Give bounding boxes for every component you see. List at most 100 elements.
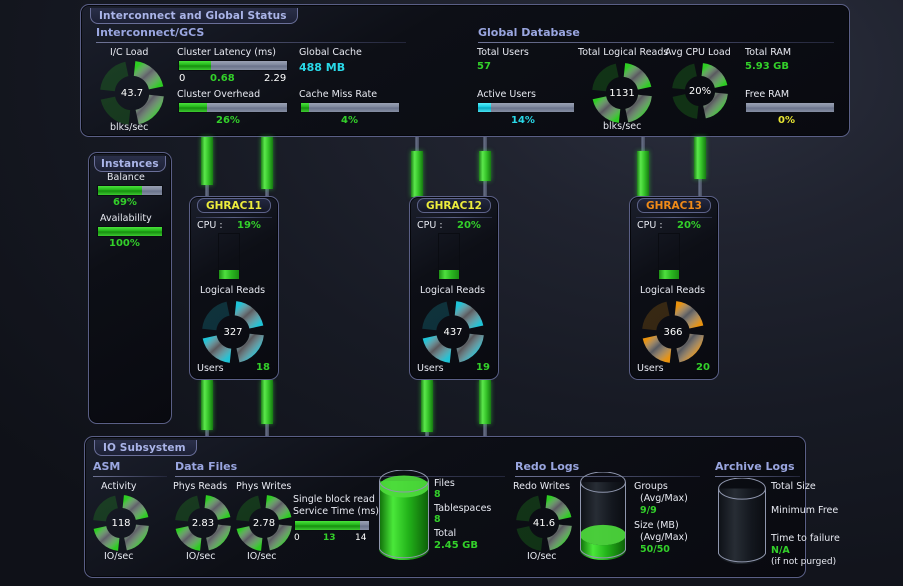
ic-load-label: I/C Load xyxy=(110,47,149,58)
archive-total-size-label: Total Size xyxy=(771,481,816,492)
instance-cpu-value-ghrac13: 20% xyxy=(677,220,701,231)
pipe-bottom-4 xyxy=(479,380,491,436)
redo-writes-donut: 41.6 xyxy=(515,494,573,552)
panel-title-io-subsystem: IO Subsystem xyxy=(94,440,197,456)
availability-label: Availability xyxy=(100,213,152,224)
free-ram-label: Free RAM xyxy=(745,89,790,100)
instance-cpu-tank-ghrac12 xyxy=(438,233,460,280)
availability-bar xyxy=(97,226,163,237)
redo-size-value: 50/50 xyxy=(640,544,670,555)
section-title-data-files: Data Files xyxy=(175,460,238,473)
instance-cpu-label-ghrac11: CPU : xyxy=(197,220,223,231)
panel-title-instances: Instances xyxy=(94,156,166,172)
redo-size-label: Size (MB) xyxy=(634,520,679,531)
global-cache-value: 488 MB xyxy=(299,61,346,74)
avg-cpu-load-label: Avg CPU Load xyxy=(665,47,731,58)
ic-load-value: 43.7 xyxy=(120,87,144,99)
rule-global-database xyxy=(478,42,834,43)
section-title-asm: ASM xyxy=(93,460,121,473)
asm-activity-value: 118 xyxy=(111,517,131,529)
phys-reads-value: 2.83 xyxy=(191,517,215,529)
asm-activity-donut: 118 xyxy=(92,494,150,552)
active-users-label: Active Users xyxy=(477,89,537,100)
archive-logs-cylinder xyxy=(718,477,766,564)
pipe-top-6 xyxy=(694,137,706,197)
cache-miss-rate-label: Cache Miss Rate xyxy=(299,89,378,100)
asm-activity-label: Activity xyxy=(101,481,137,492)
data-files-tablespaces-label: Tablespaces xyxy=(434,503,492,514)
instance-reads-donut-ghrac13: 366 xyxy=(641,300,705,364)
total-ram-label: Total RAM xyxy=(745,47,792,58)
instance-users-label-ghrac13: Users xyxy=(637,363,664,374)
availability-value: 100% xyxy=(109,238,140,249)
cluster-latency-min: 0 xyxy=(179,73,186,84)
balance-bar xyxy=(97,185,163,196)
single-block-read-max: 14 xyxy=(355,533,367,543)
total-users-value: 57 xyxy=(477,61,491,72)
total-logical-reads-label: Total Logical Reads xyxy=(578,47,669,58)
ic-load-unit: blks/sec xyxy=(110,122,149,133)
phys-writes-unit: IO/sec xyxy=(247,551,277,562)
data-files-total-value: 2.45 GB xyxy=(434,540,478,551)
archive-time-to-failure-note: (if not purged) xyxy=(771,557,837,567)
phys-reads-label: Phys Reads xyxy=(173,481,228,492)
section-title-interconnect-gcs: Interconnect/GCS xyxy=(96,26,205,39)
archive-time-to-failure-label: Time to failure xyxy=(771,533,840,544)
redo-groups-label: Groups xyxy=(634,481,668,492)
total-users-label: Total Users xyxy=(477,47,529,58)
instance-users-value-ghrac12: 19 xyxy=(476,362,490,373)
total-ram-value: 5.93 GB xyxy=(745,61,789,72)
cache-miss-rate-value: 4% xyxy=(341,115,358,126)
instance-cpu-tank-ghrac11 xyxy=(218,233,240,280)
phys-writes-label: Phys Writes xyxy=(236,481,292,492)
instance-reads-donut-ghrac12: 437 xyxy=(421,300,485,364)
data-files-total-label: Total xyxy=(434,528,457,539)
data-files-cylinder xyxy=(379,469,429,560)
active-users-value: 14% xyxy=(511,115,535,126)
instance-reads-label-ghrac12: Logical Reads xyxy=(420,285,486,296)
total-logical-reads-donut: 1131 xyxy=(591,62,653,124)
single-block-read-bar xyxy=(294,520,370,531)
section-title-redo-logs: Redo Logs xyxy=(515,460,580,473)
global-cache-label: Global Cache xyxy=(299,47,362,58)
instance-rule-ghrac12 xyxy=(416,217,492,218)
rule-asm xyxy=(93,476,167,477)
single-block-read-min: 0 xyxy=(294,533,300,543)
instance-cpu-tank-ghrac13 xyxy=(658,233,680,280)
panel-title-interconnect: Interconnect and Global Status xyxy=(90,8,298,24)
phys-reads-unit: IO/sec xyxy=(186,551,216,562)
instance-reads-label-ghrac11: Logical Reads xyxy=(200,285,266,296)
balance-label: Balance xyxy=(107,172,145,183)
instance-reads-label-ghrac13: Logical Reads xyxy=(640,285,706,296)
cluster-overhead-value: 26% xyxy=(216,115,240,126)
total-logical-reads-value: 1131 xyxy=(609,87,635,99)
instance-cpu-label-ghrac12: CPU : xyxy=(417,220,443,231)
instance-title-ghrac13: GHRAC13 xyxy=(637,198,711,213)
pipe-top-5 xyxy=(637,137,649,197)
data-files-tablespaces-value: 8 xyxy=(434,514,441,525)
phys-writes-donut: 2.78 xyxy=(235,494,293,552)
archive-minimum-free-label: Minimum Free xyxy=(771,505,839,516)
section-title-global-database: Global Database xyxy=(478,26,580,39)
redo-logs-cylinder xyxy=(580,471,626,560)
single-block-read-label-line1: Single block read xyxy=(293,494,375,505)
instance-users-value-ghrac11: 18 xyxy=(256,362,270,373)
dashboard-root: Interconnect and Global Status Interconn… xyxy=(0,0,903,586)
instance-title-ghrac12: GHRAC12 xyxy=(417,198,491,213)
pipe-bottom-2 xyxy=(261,380,273,436)
instance-title-ghrac11: GHRAC11 xyxy=(197,198,271,213)
cluster-overhead-label: Cluster Overhead xyxy=(177,89,261,100)
cluster-latency-bar xyxy=(178,60,288,71)
cluster-overhead-bar xyxy=(178,102,288,113)
instance-rule-ghrac13 xyxy=(636,217,712,218)
data-files-files-label: Files xyxy=(434,478,455,489)
total-logical-reads-unit: blks/sec xyxy=(603,121,642,132)
free-ram-bar xyxy=(745,102,835,113)
single-block-read-value: 13 xyxy=(323,533,336,543)
instance-cpu-label-ghrac13: CPU : xyxy=(637,220,663,231)
instance-reads-value-ghrac12: 437 xyxy=(443,326,463,338)
redo-writes-value: 41.6 xyxy=(532,517,556,529)
instance-users-label-ghrac12: Users xyxy=(417,363,444,374)
redo-groups-sub: (Avg/Max) xyxy=(640,493,688,504)
active-users-bar xyxy=(477,102,575,113)
